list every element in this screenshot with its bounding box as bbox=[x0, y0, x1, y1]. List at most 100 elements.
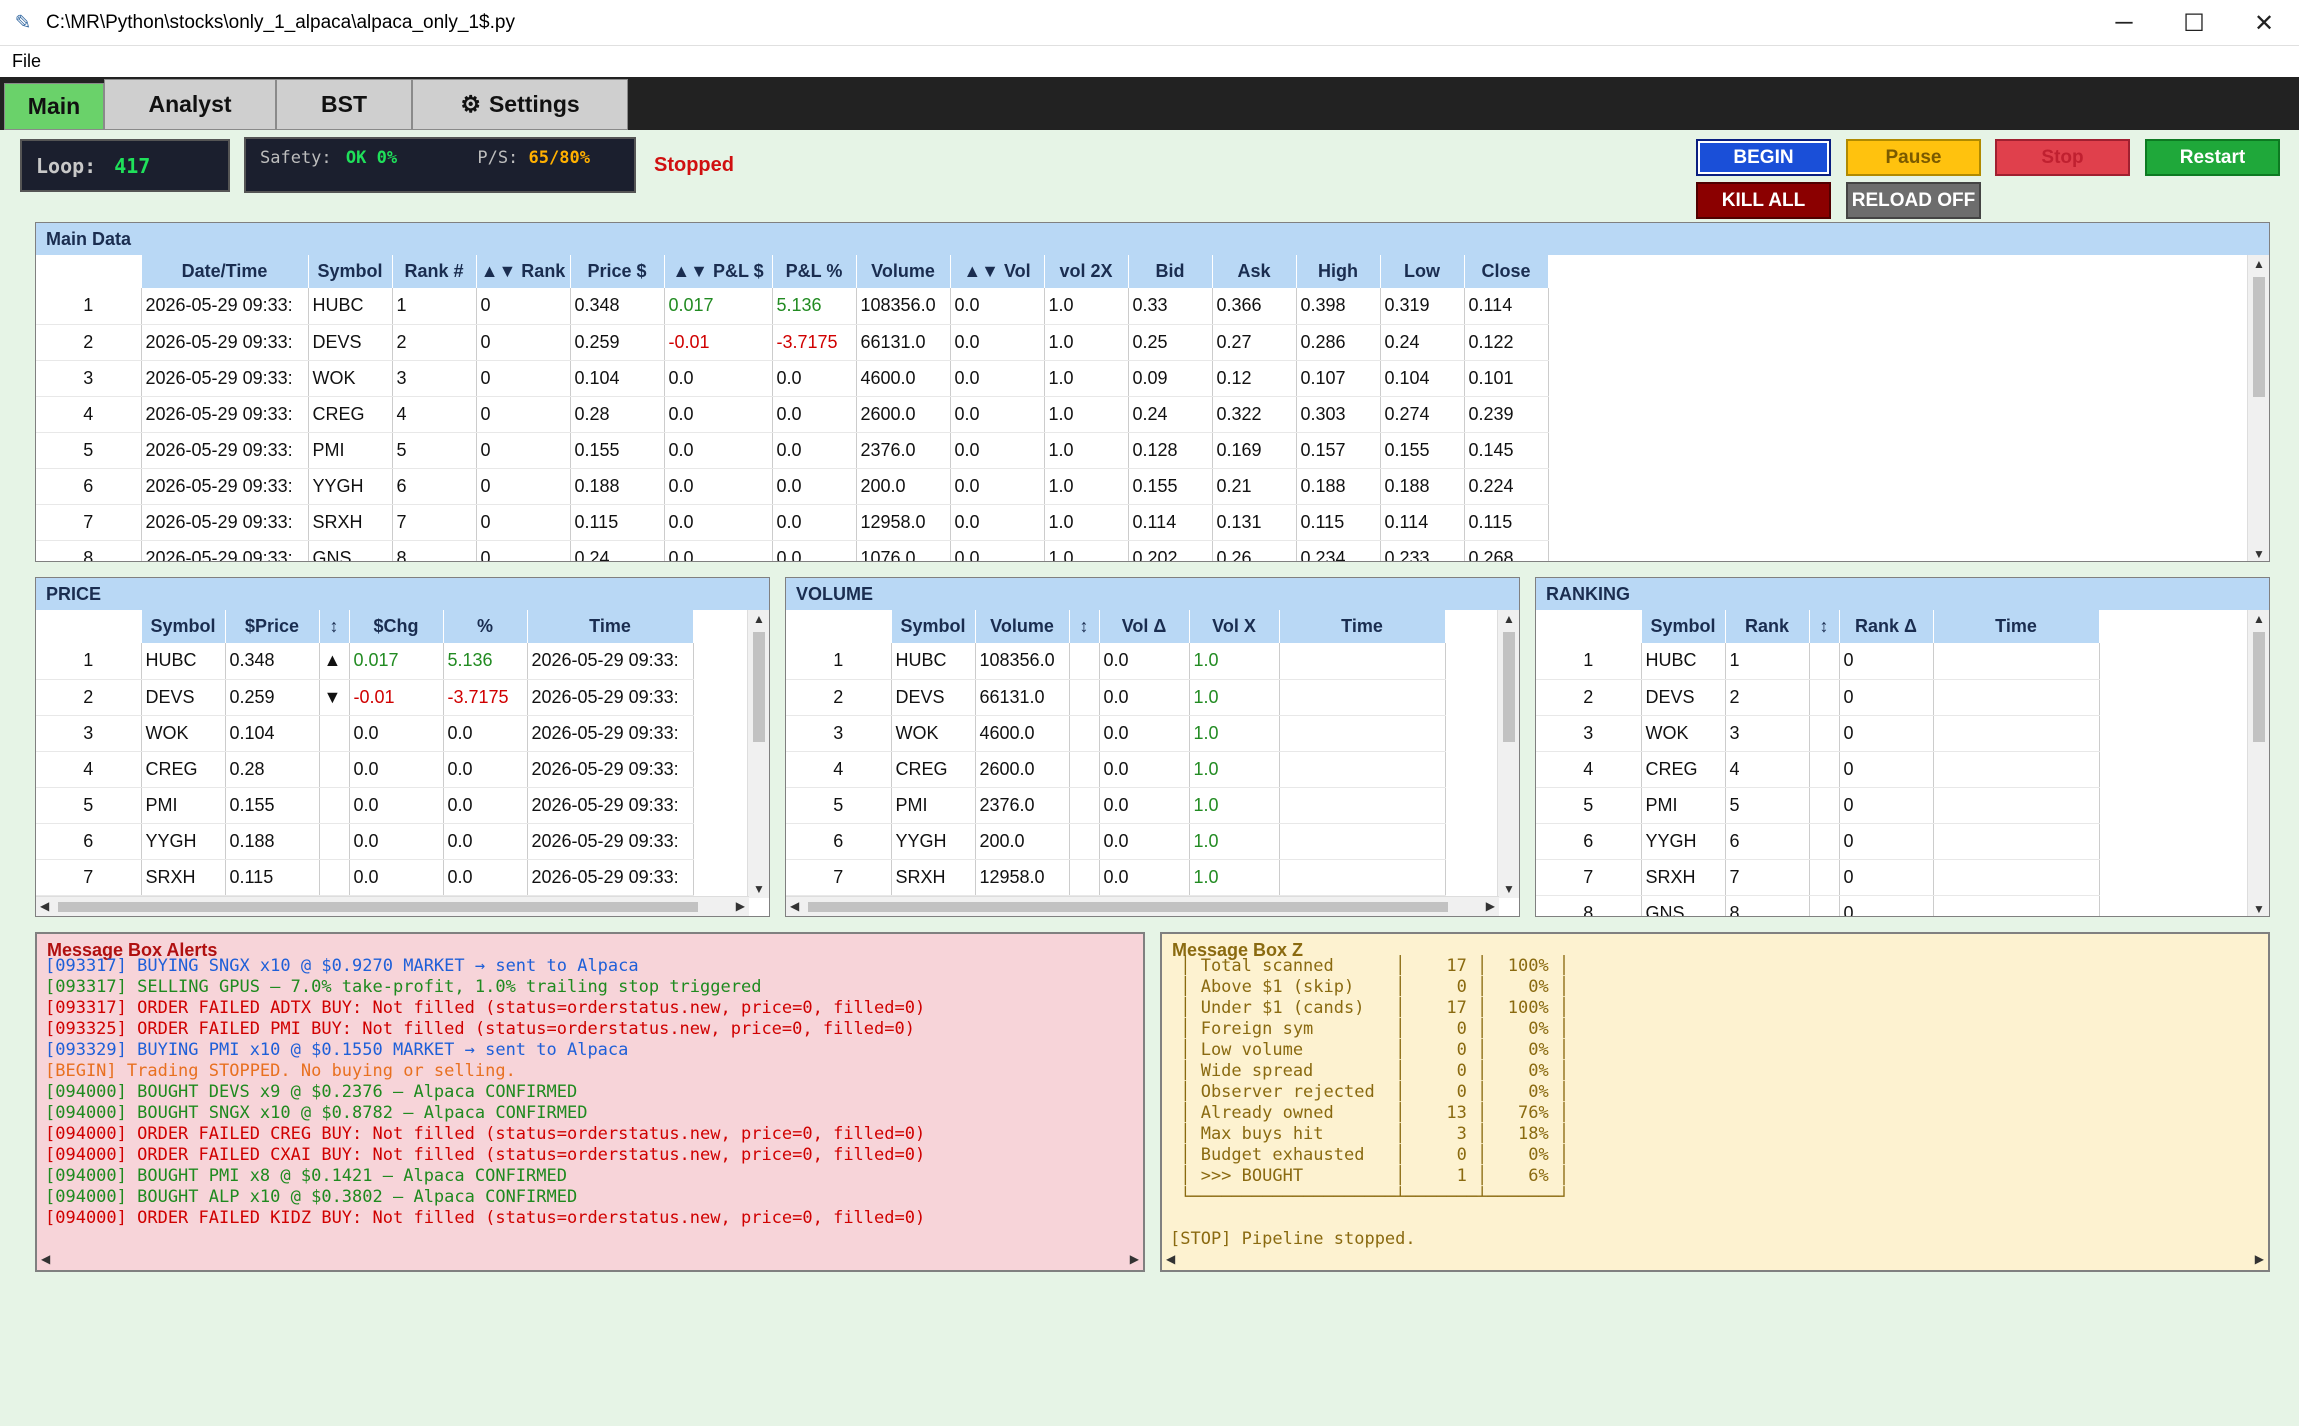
tab-settings[interactable]: ⚙ Settings bbox=[412, 79, 628, 130]
table-row[interactable]: 4 CREG 0.28 0.0 0.0 2026-05-29 09:33: bbox=[36, 751, 694, 788]
price-col-header[interactable]: $Price bbox=[225, 610, 320, 643]
volume-col-header[interactable]: Time bbox=[1279, 610, 1446, 643]
restart-button[interactable]: Restart bbox=[2145, 139, 2280, 176]
alerts-log[interactable]: [093317] BUYING SNGX x10 @ $0.9270 MARKE… bbox=[37, 956, 1143, 1229]
main_data-col-header[interactable]: ▲▼ Vol bbox=[950, 255, 1045, 288]
table-row[interactable]: 5 PMI 0.155 0.0 0.0 2026-05-29 09:33: bbox=[36, 787, 694, 824]
scroll-down-arrow-icon[interactable]: ▼ bbox=[2248, 902, 2269, 916]
main_data-col-header[interactable]: Close bbox=[1464, 255, 1549, 288]
scroll-thumb[interactable] bbox=[753, 632, 765, 742]
scroll-down-arrow-icon[interactable]: ▼ bbox=[2248, 547, 2269, 561]
close-button[interactable]: ✕ bbox=[2229, 0, 2299, 46]
scroll-left-arrow-icon[interactable]: ◀ bbox=[40, 899, 49, 913]
scroll-up-arrow-icon[interactable]: ▲ bbox=[2248, 612, 2269, 626]
msgz-hscroll[interactable]: ◀ ▶ bbox=[1162, 1250, 2268, 1270]
main_data-col-header[interactable]: Symbol bbox=[308, 255, 393, 288]
table-row[interactable]: 3 WOK 0.104 0.0 0.0 2026-05-29 09:33: bbox=[36, 715, 694, 752]
table-row[interactable]: 2 DEVS 66131.0 0.0 1.0 bbox=[786, 679, 1446, 716]
main_data-col-header[interactable]: Bid bbox=[1128, 255, 1213, 288]
main_data-col-header[interactable]: Low bbox=[1380, 255, 1465, 288]
main_data-col-header[interactable]: Date/Time bbox=[141, 255, 309, 288]
table-row[interactable]: 8 GNS 8 0 bbox=[1536, 895, 2100, 916]
scroll-thumb[interactable] bbox=[808, 902, 1448, 912]
main-data-vscroll[interactable]: ▲ ▼ bbox=[2247, 255, 2269, 561]
tab-bst[interactable]: BST bbox=[276, 79, 412, 130]
main_data-col-header[interactable]: Price $ bbox=[570, 255, 665, 288]
scroll-down-arrow-icon[interactable]: ▼ bbox=[1498, 882, 1519, 896]
table-row[interactable]: 5 PMI 5 0 bbox=[1536, 787, 2100, 824]
table-row[interactable]: 7 SRXH 0.115 0.0 0.0 2026-05-29 09:33: bbox=[36, 859, 694, 896]
scroll-left-arrow-icon[interactable]: ◀ bbox=[790, 899, 799, 913]
main_data-col-header[interactable]: P&L % bbox=[772, 255, 857, 288]
scroll-down-arrow-icon[interactable]: ▼ bbox=[748, 882, 769, 896]
table-row[interactable]: 2 DEVS 2 0 bbox=[1536, 679, 2100, 716]
volume-col-header[interactable]: Volume bbox=[975, 610, 1070, 643]
scroll-thumb[interactable] bbox=[2253, 277, 2265, 397]
main_data-col-header[interactable]: ▲▼ P&L $ bbox=[664, 255, 773, 288]
table-row[interactable]: 3 2026-05-29 09:33: WOK 3 0 0.104 0.0 0.0 4600.0… bbox=[36, 360, 1549, 397]
main_data-col-header[interactable]: Volume bbox=[856, 255, 951, 288]
volume-col-header[interactable]: Vol Δ bbox=[1099, 610, 1190, 643]
scroll-up-arrow-icon[interactable]: ▲ bbox=[748, 612, 769, 626]
message-box-z[interactable]: Message Box Z │ Total scanned │ 17 │ 100… bbox=[1160, 932, 2270, 1272]
table-row[interactable]: 4 2026-05-29 09:33: CREG 4 0 0.28 0.0 0.0 2600.0… bbox=[36, 396, 1549, 433]
alerts-hscroll[interactable]: ◀ ▶ bbox=[37, 1250, 1143, 1270]
scroll-right-arrow-icon[interactable]: ▶ bbox=[1130, 1252, 1139, 1266]
main_data-col-header[interactable]: Ask bbox=[1212, 255, 1297, 288]
minimize-button[interactable]: ─ bbox=[2089, 0, 2159, 46]
table-row[interactable]: 5 PMI 2376.0 0.0 1.0 bbox=[786, 787, 1446, 824]
ranking-vscroll[interactable]: ▲ ▼ bbox=[2247, 610, 2269, 916]
table-row[interactable]: 7 SRXH 7 0 bbox=[1536, 859, 2100, 896]
price-col-header[interactable]: Time bbox=[527, 610, 694, 643]
table-row[interactable]: 4 CREG 2600.0 0.0 1.0 bbox=[786, 751, 1446, 788]
table-row[interactable]: 3 WOK 3 0 bbox=[1536, 715, 2100, 752]
ranking-col-header[interactable]: Time bbox=[1933, 610, 2100, 643]
volume-col-header[interactable]: Symbol bbox=[891, 610, 976, 643]
alerts-box[interactable]: Message Box Alerts [093317] BUYING SNGX … bbox=[35, 932, 1145, 1272]
scroll-left-arrow-icon[interactable]: ◀ bbox=[1166, 1252, 1175, 1266]
maximize-button[interactable]: ☐ bbox=[2159, 0, 2229, 46]
table-row[interactable]: 6 2026-05-29 09:33: YYGH 6 0 0.188 0.0 0.0 200.0… bbox=[36, 468, 1549, 505]
volume-vscroll[interactable]: ▲ ▼ bbox=[1497, 610, 1519, 898]
table-row[interactable]: 5 2026-05-29 09:33: PMI 5 0 0.155 0.0 0.0 2376.0… bbox=[36, 432, 1549, 469]
main_data-col-header[interactable]: vol 2X bbox=[1044, 255, 1129, 288]
scroll-thumb[interactable] bbox=[58, 902, 698, 912]
scroll-up-arrow-icon[interactable]: ▲ bbox=[2248, 257, 2269, 271]
menu-file[interactable]: File bbox=[12, 51, 41, 72]
ranking-col-header[interactable]: Symbol bbox=[1641, 610, 1726, 643]
volume-col-header[interactable]: Vol X bbox=[1189, 610, 1280, 643]
ranking-col-header[interactable]: ↕ bbox=[1809, 610, 1840, 643]
main_data-col-header[interactable]: ▲▼ Rank bbox=[476, 255, 571, 288]
table-row[interactable]: 7 SRXH 12958.0 0.0 1.0 bbox=[786, 859, 1446, 896]
scroll-left-arrow-icon[interactable]: ◀ bbox=[41, 1252, 50, 1266]
scroll-right-arrow-icon[interactable]: ▶ bbox=[1486, 899, 1495, 913]
scroll-thumb[interactable] bbox=[2253, 632, 2265, 742]
tab-analyst[interactable]: Analyst bbox=[104, 79, 276, 130]
volume-col-header[interactable]: ↕ bbox=[1069, 610, 1100, 643]
ranking-col-header[interactable]: Rank Δ bbox=[1839, 610, 1934, 643]
main_data-col-header[interactable]: Rank # bbox=[392, 255, 477, 288]
ranking-col-header[interactable]: Rank bbox=[1725, 610, 1810, 643]
price-vscroll[interactable]: ▲ ▼ bbox=[747, 610, 769, 898]
scroll-thumb[interactable] bbox=[1503, 632, 1515, 742]
table-row[interactable]: 4 CREG 4 0 bbox=[1536, 751, 2100, 788]
price-col-header[interactable]: % bbox=[443, 610, 528, 643]
table-row[interactable]: 1 2026-05-29 09:33: HUBC 1 0 0.348 0.017 5.136 1… bbox=[36, 288, 1549, 325]
begin-button[interactable]: BEGIN bbox=[1696, 139, 1831, 176]
scroll-up-arrow-icon[interactable]: ▲ bbox=[1498, 612, 1519, 626]
table-row[interactable]: 6 YYGH 6 0 bbox=[1536, 823, 2100, 860]
msgz-log[interactable]: │ Total scanned │ 17 │ 100% │ │ Above $1… bbox=[1162, 956, 2268, 1250]
table-row[interactable]: 1 HUBC 1 0 bbox=[1536, 643, 2100, 680]
pause-button[interactable]: Pause bbox=[1846, 139, 1981, 176]
table-row[interactable]: 6 YYGH 200.0 0.0 1.0 bbox=[786, 823, 1446, 860]
scroll-right-arrow-icon[interactable]: ▶ bbox=[2255, 1252, 2264, 1266]
stop-button[interactable]: Stop bbox=[1995, 139, 2130, 176]
price-hscroll[interactable]: ◀ ▶ bbox=[36, 896, 749, 916]
volume-hscroll[interactable]: ◀ ▶ bbox=[786, 896, 1499, 916]
price-col-header[interactable]: $Chg bbox=[349, 610, 444, 643]
scroll-right-arrow-icon[interactable]: ▶ bbox=[736, 899, 745, 913]
price-col-header[interactable]: Symbol bbox=[141, 610, 226, 643]
table-row[interactable]: 7 2026-05-29 09:33: SRXH 7 0 0.115 0.0 0.0 12958… bbox=[36, 504, 1549, 541]
table-row[interactable]: 8 2026-05-29 09:33: GNS 8 0 0.24 0.0 0.0 1076.0 0… bbox=[36, 540, 1549, 561]
table-row[interactable]: 1 HUBC 0.348 ▲ 0.017 5.136 2026-05-29 09:33: bbox=[36, 643, 694, 680]
